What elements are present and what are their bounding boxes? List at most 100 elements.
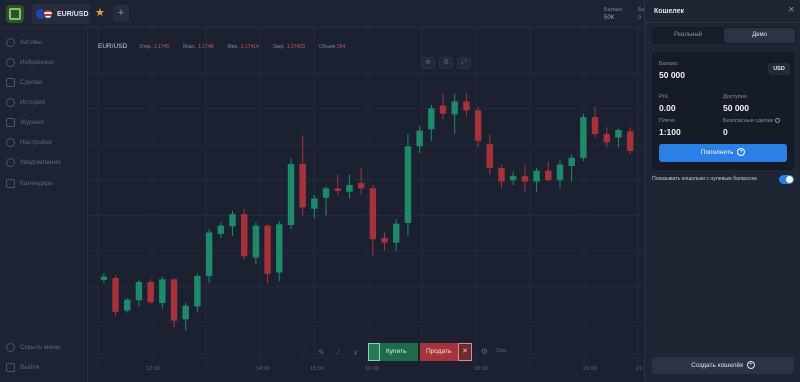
sidebar-item-journal[interactable]: Журнал	[6, 116, 44, 128]
crosshair-icon[interactable]: ⊕	[421, 57, 435, 69]
create-wallet-button[interactable]: Создать кошелёк +	[652, 357, 794, 374]
close-icon[interactable]: ✕	[788, 5, 795, 14]
sell-close-icon[interactable]: ✕	[458, 343, 472, 361]
sidebar-item-history[interactable]: История	[6, 96, 45, 108]
candle-body	[299, 163, 306, 208]
candle	[404, 134, 412, 236]
candle-body	[451, 101, 458, 115]
leverage-value: 1:100	[659, 127, 681, 137]
candle	[287, 158, 295, 230]
app-logo[interactable]	[6, 5, 24, 23]
close-value: 1.17423	[286, 43, 305, 50]
candle	[369, 184, 377, 257]
chart-area[interactable]: EUR/USD Откр. 1.1745 Макс. 1.1748 Мин. 1.17…	[88, 28, 647, 382]
sidebar-item-settings[interactable]: Настройки	[6, 136, 52, 148]
candle-body	[357, 182, 365, 189]
candle	[252, 222, 260, 265]
sidebar-item-favorites[interactable]: Избранные	[6, 56, 54, 68]
sidebar-item-calendar[interactable]: Календарь	[6, 177, 53, 189]
time-label: 14:00	[256, 366, 270, 372]
candle	[322, 186, 330, 216]
chart-symbol: EUR/USD	[98, 43, 128, 50]
fullscreen-icon[interactable]: ⤢	[457, 57, 471, 69]
candle-body	[100, 276, 108, 280]
candle	[381, 232, 388, 251]
volume-value: 354	[336, 43, 346, 50]
candle-body	[486, 144, 494, 168]
candle-body	[334, 188, 341, 192]
hide-menu-button[interactable]: Скрыть меню	[6, 341, 61, 353]
info-icon[interactable]	[774, 118, 780, 124]
candle-body	[182, 305, 189, 320]
candle	[357, 168, 365, 196]
candle	[428, 104, 435, 141]
high-value: 1.1748	[198, 43, 214, 50]
candlestick-chart[interactable]	[88, 28, 644, 382]
pen-icon[interactable]: ✎	[315, 346, 328, 359]
candle	[299, 135, 306, 216]
candle-body	[170, 279, 178, 321]
cursor-icon[interactable]: ◌	[298, 346, 311, 359]
candle-body	[591, 117, 599, 135]
candle-body	[135, 282, 143, 301]
add-asset-button[interactable]: +	[113, 5, 129, 22]
candle-body	[498, 168, 505, 182]
candle	[112, 275, 119, 316]
balance-summary[interactable]: Баланс 50K	[604, 6, 623, 22]
logout-button[interactable]: Выйти	[6, 361, 39, 373]
logout-icon	[6, 362, 15, 372]
currency-badge[interactable]: USD	[768, 63, 790, 75]
candle	[486, 134, 494, 175]
deposit-button[interactable]: Пополнить +	[659, 144, 787, 162]
assets-icon	[6, 37, 15, 47]
collapse-icon	[6, 342, 15, 352]
safe-deals-value: 0	[723, 127, 728, 137]
candle	[591, 106, 599, 138]
tab-real[interactable]: Реальный	[652, 27, 724, 44]
available-value: 50 000	[723, 103, 749, 113]
sidebar-item-assets[interactable]: Активы	[6, 36, 42, 48]
chart-tools: ⊕ ⚙ ⤢	[421, 57, 471, 69]
sidebar-item-notifications[interactable]: Уведомления	[6, 156, 61, 168]
time-label: 15:00	[310, 366, 324, 372]
candle	[147, 279, 154, 304]
candle-body	[112, 277, 119, 312]
settings-icon[interactable]: ⚙	[439, 57, 453, 69]
wallet-card: Баланс 50 000 USD PnL 0.00 Доступно 50 0…	[652, 52, 794, 170]
buy-label: Купить	[386, 348, 407, 355]
candle	[217, 222, 225, 238]
tab-demo[interactable]: Демо	[724, 28, 795, 43]
history-icon	[6, 97, 15, 107]
candle	[533, 168, 540, 192]
ohlc-info: EUR/USD Откр. 1.1745 Макс. 1.1748 Мин. 1.17…	[98, 43, 346, 50]
candle	[240, 208, 248, 260]
plus-circle-icon: +	[737, 148, 746, 157]
candle	[194, 273, 201, 312]
candle	[229, 210, 236, 236]
favorite-star-icon[interactable]: ★	[95, 7, 105, 19]
candle-body	[580, 117, 587, 158]
calendar-icon	[6, 178, 15, 188]
brush-icon[interactable]: ∕	[332, 346, 345, 359]
asset-tab-eurusd[interactable]: EUR/USD	[32, 4, 90, 24]
zero-balance-toggle[interactable]	[779, 175, 794, 184]
candle	[334, 174, 341, 196]
candle	[498, 164, 505, 189]
candle	[182, 302, 189, 331]
candle-body	[264, 225, 271, 274]
candle	[568, 154, 575, 182]
candle-body	[533, 170, 540, 182]
buy-check-icon[interactable]	[368, 343, 380, 361]
timeframe-select[interactable]: 15м	[496, 348, 506, 354]
candle-body	[439, 105, 447, 114]
candle	[393, 218, 400, 251]
gear-icon[interactable]: ⚙	[478, 345, 491, 358]
candle	[545, 161, 552, 182]
sidebar-item-deals[interactable]: Сделки	[6, 76, 42, 88]
candle-body	[428, 108, 435, 130]
wallet-panel: Кошелек ✕ Реальный Демо Баланс 50 000 US…	[644, 0, 800, 382]
candle	[451, 93, 458, 135]
indicator-icon[interactable]: ⋎	[349, 346, 362, 359]
candle-body	[229, 214, 236, 227]
candle-body	[545, 170, 552, 181]
